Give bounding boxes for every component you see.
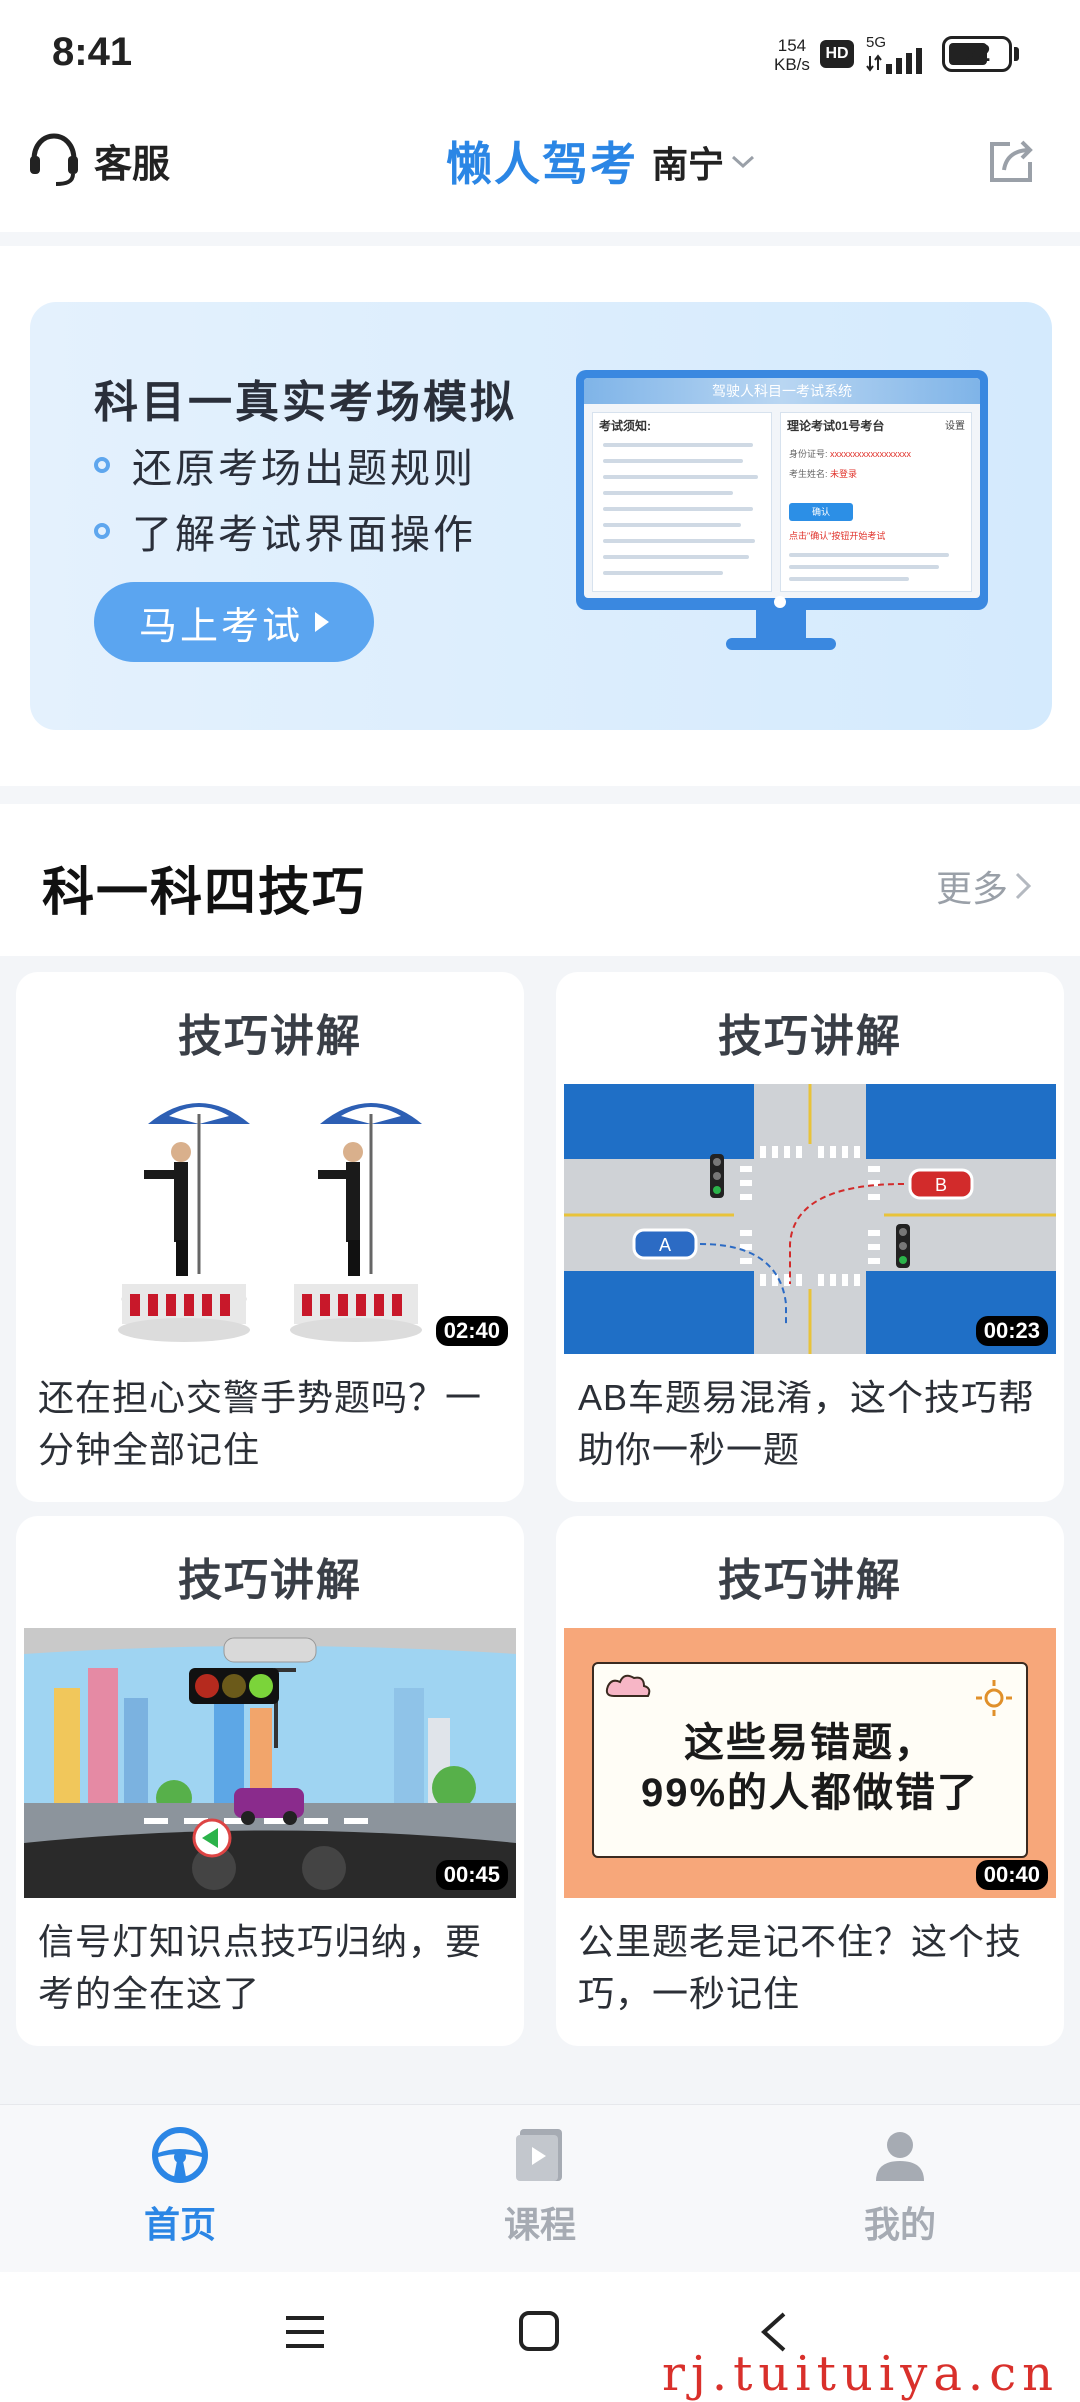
poster-line: 99%的人都做错了 xyxy=(640,1771,980,1815)
card-description: 公里题老是记不住？这个技巧，一秒记住 xyxy=(578,1921,1023,2014)
menu-icon[interactable] xyxy=(284,2312,326,2352)
card-description: 信号灯知识点技巧归纳，要考的全在这了 xyxy=(38,1921,483,2014)
status-time: 8:41 xyxy=(52,30,133,74)
share-icon xyxy=(990,140,1033,182)
monitor-screen: 驾驶人科目一考试系统 考试须知: 理论考试01号考台 设置 身份证号: xxxx… xyxy=(576,370,988,610)
monitor-settings: 设置 xyxy=(945,421,965,432)
tab-mine[interactable]: 我的 xyxy=(800,2125,1000,2248)
user-icon xyxy=(876,2132,924,2181)
status-bar: 8:41 154 KB/s HD 5G 62 xyxy=(0,0,1080,100)
card-head: 技巧讲解 xyxy=(718,1556,902,1605)
section-title: 科一科四技巧 xyxy=(42,864,367,922)
monitor-name-label: 考生姓名: xyxy=(789,469,828,479)
app-header: 客服 懒人驾考 南宁 xyxy=(0,100,1080,232)
banner-title: 科目一真实考场模拟 xyxy=(94,378,517,427)
play-arrow-icon xyxy=(315,612,329,632)
more-label: 更多 xyxy=(936,868,1009,909)
tab-mine-label: 我的 xyxy=(863,2204,936,2245)
tab-home[interactable]: 首页 xyxy=(80,2125,280,2248)
battery-icon: 62 xyxy=(942,36,1012,72)
hd-badge: HD xyxy=(820,40,854,68)
card-description: AB车题易混淆，这个技巧帮助你一秒一题 xyxy=(578,1377,1036,1470)
share-button[interactable] xyxy=(986,136,1036,191)
start-exam-button[interactable]: 马上考试 xyxy=(94,582,374,662)
monitor-console-title: 理论考试01号考台 xyxy=(787,419,885,433)
customer-service-label: 客服 xyxy=(94,143,171,186)
customer-service-button[interactable]: 客服 xyxy=(26,130,170,190)
bullet-icon xyxy=(94,457,110,473)
banner-point: 了解考试界面操作 xyxy=(94,502,476,560)
battery-percent: 62 xyxy=(963,40,991,67)
monitor-stand xyxy=(756,610,806,640)
intersection-illustration: A B xyxy=(564,1084,1056,1354)
video-thumbnail: 02:40 xyxy=(24,1084,516,1354)
exam-monitor-illustration: 驾驶人科目一考试系统 考试须知: 理论考试01号考台 设置 身份证号: xxxx… xyxy=(576,370,988,660)
tab-home-label: 首页 xyxy=(143,2204,216,2245)
svg-text:B: B xyxy=(935,1175,947,1195)
video-duration: 00:45 xyxy=(435,1860,508,1890)
city-selector[interactable]: 南宁 xyxy=(652,136,756,188)
traffic-police-illustration xyxy=(24,1084,516,1354)
banner-point-text: 了解考试界面操作 xyxy=(132,513,476,557)
video-thumbnail: 这些易错题， 99%的人都做错了 00:40 xyxy=(564,1628,1056,1898)
header-divider xyxy=(0,232,1080,246)
chevron-right-icon xyxy=(1015,872,1032,900)
card-head: 技巧讲解 xyxy=(178,1556,362,1605)
banner-point-text: 还原考场出题规则 xyxy=(132,447,476,491)
monitor-topbar: 驾驶人科目一考试系统 xyxy=(584,378,980,404)
home-icon[interactable] xyxy=(518,2310,560,2352)
network-speed: 154 KB/s xyxy=(774,36,810,74)
card-head: 技巧讲解 xyxy=(178,1012,362,1061)
more-link[interactable]: 更多 xyxy=(936,860,1034,912)
tab-course-label: 课程 xyxy=(503,2204,576,2245)
svg-text:A: A xyxy=(659,1235,671,1255)
traffic-light-scene-illustration xyxy=(24,1628,516,1898)
monitor-id-label: 身份证号: xyxy=(789,449,828,459)
watermark-text: rj.tuituiya.cn xyxy=(662,2346,1059,2402)
monitor-name-value: 未登录 xyxy=(830,469,858,479)
signal-icon xyxy=(866,48,922,74)
city-label: 南宁 xyxy=(652,144,725,185)
monitor-notice-title: 考试须知: xyxy=(599,419,651,433)
steering-wheel-icon xyxy=(152,2127,208,2183)
network-speed-unit: KB/s xyxy=(774,55,810,74)
video-duration: 00:40 xyxy=(975,1860,1048,1890)
video-thumbnail: A B 00:23 xyxy=(564,1084,1056,1354)
start-exam-label: 马上考试 xyxy=(138,605,303,648)
headset-icon xyxy=(30,133,78,186)
monitor-power-dot xyxy=(774,596,786,608)
banner-divider xyxy=(0,786,1080,804)
tip-card[interactable]: 技巧讲解 xyxy=(16,1516,524,2046)
monitor-id-value: xxxxxxxxxxxxxxxxxx xyxy=(830,449,912,459)
chevron-down-icon xyxy=(732,155,755,169)
banner-point: 还原考场出题规则 xyxy=(94,436,476,494)
card-head: 技巧讲解 xyxy=(718,1012,902,1061)
network-speed-value: 154 xyxy=(777,36,807,55)
monitor-notice-panel: 考试须知: xyxy=(592,412,772,592)
video-thumbnail: 00:45 xyxy=(24,1628,516,1898)
card-description: 还在担心交警手势题吗？一分钟全部记住 xyxy=(38,1377,483,1470)
cloud-icon xyxy=(605,1674,651,1697)
battery-tip xyxy=(1014,47,1019,61)
monitor-hint: 点击"确认"按钮开始考试 xyxy=(789,531,886,541)
monitor-login-panel: 理论考试01号考台 设置 身份证号: xxxxxxxxxxxxxxxxxx 考生… xyxy=(780,412,972,592)
video-course-icon xyxy=(516,2129,562,2181)
tip-card[interactable]: 技巧讲解 这些易错题， 99%的人都做错了 00:40 公里题老是记不住？这个技… xyxy=(556,1516,1064,2046)
monitor-confirm: 确认 xyxy=(789,503,853,521)
bottom-navigation: 首页 课程 我的 xyxy=(0,2104,1080,2272)
monitor-base xyxy=(726,638,836,650)
video-duration: 00:23 xyxy=(975,1316,1048,1346)
app-brand-title: 懒人驾考 xyxy=(446,138,638,190)
video-duration: 02:40 xyxy=(435,1316,508,1346)
tip-card[interactable]: 技巧讲解 xyxy=(16,972,524,1502)
tip-card[interactable]: 技巧讲解 A B 00:23 AB车题易混淆，这个技巧帮助你一秒一题 xyxy=(556,972,1064,1502)
tab-course[interactable]: 课程 xyxy=(440,2125,640,2248)
exam-simulation-banner[interactable]: 科目一真实考场模拟 还原考场出题规则 了解考试界面操作 马上考试 驾驶人科目一考… xyxy=(30,302,1052,730)
bullet-icon xyxy=(94,523,110,539)
